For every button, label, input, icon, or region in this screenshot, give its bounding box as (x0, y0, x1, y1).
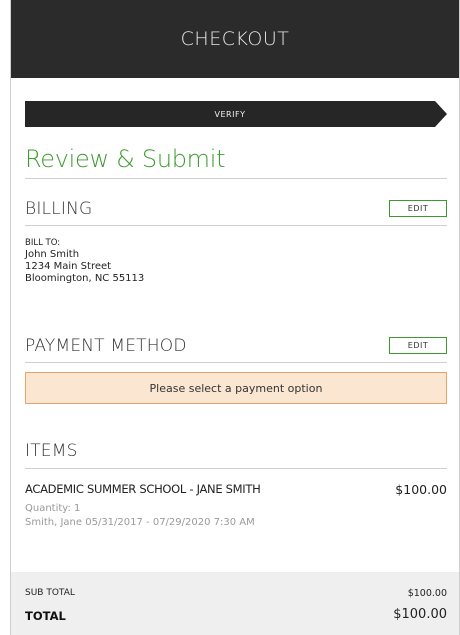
checkout-header: CHECKOUT (11, 0, 459, 78)
progress-step-verify: VERIFY (25, 101, 447, 127)
checkout-panel: CHECKOUT VERIFY Review & Submit BILLING … (10, 0, 460, 635)
bill-to-label: BILL TO: (25, 238, 61, 248)
payment-alert-text: Please select a payment option (149, 381, 323, 395)
billing-name: John Smith (25, 249, 80, 260)
payment-section-title: PAYMENT METHOD (25, 336, 187, 356)
billing-section-title: BILLING (25, 199, 93, 219)
sub-total-label: SUB TOTAL (25, 588, 75, 598)
billing-address: BILL TO: John Smith 1234 Main Street Blo… (25, 237, 144, 285)
item-detail: Smith, Jane 05/31/2017 - 07/29/2020 7:30… (25, 517, 255, 528)
item-price: $100.00 (395, 482, 447, 497)
page-title: Review & Submit (25, 145, 226, 173)
billing-city: Bloomington, NC 55113 (25, 273, 145, 284)
edit-billing-button[interactable]: EDIT (389, 200, 447, 217)
divider (25, 468, 447, 469)
items-section-title: ITEMS (25, 441, 78, 461)
list-item: ACADEMIC SUMMER SCHOOL - JANE SMITH $100… (25, 482, 447, 497)
billing-street: 1234 Main Street (25, 261, 112, 272)
divider (25, 362, 447, 363)
progress-step-label: VERIFY (214, 109, 246, 119)
order-totals: SUB TOTAL $100.00 TOTAL $100.00 (11, 572, 459, 635)
total-value: $100.00 (393, 607, 447, 622)
divider (25, 225, 447, 226)
step-arrow-icon (435, 101, 447, 127)
payment-alert: Please select a payment option (25, 372, 447, 404)
header-title: CHECKOUT (180, 28, 290, 50)
total-label: TOTAL (25, 609, 66, 623)
item-quantity: Quantity: 1 (25, 503, 81, 514)
divider (25, 178, 447, 179)
item-name: ACADEMIC SUMMER SCHOOL - JANE SMITH (25, 482, 261, 496)
edit-payment-button[interactable]: EDIT (389, 337, 447, 354)
sub-total-value: $100.00 (407, 588, 447, 599)
